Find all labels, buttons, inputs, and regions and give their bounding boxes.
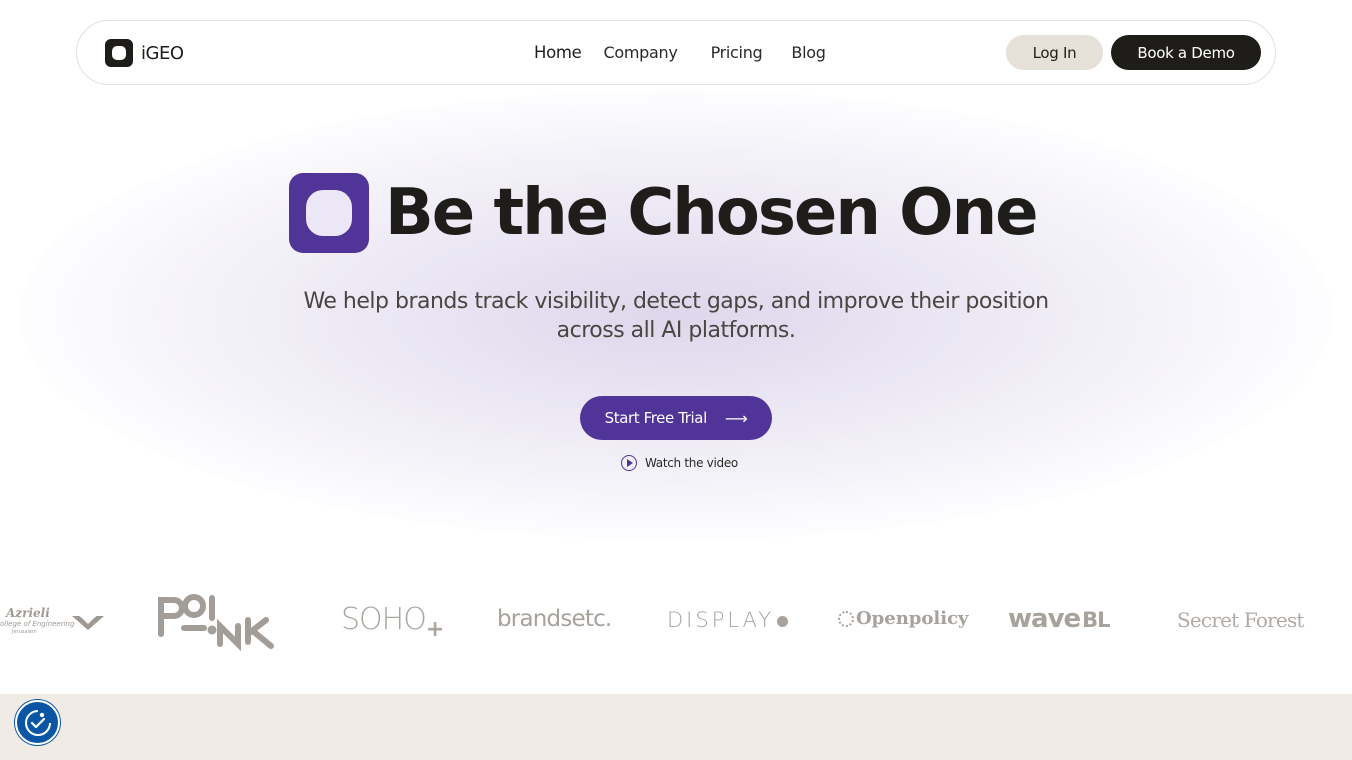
logo-openpolicy: Openpolicy (838, 608, 969, 629)
logo-display: DISPLAY (667, 608, 789, 632)
start-free-trial-label: Start Free Trial (604, 409, 708, 427)
logo-brandsetc: brandsetc. (497, 606, 612, 632)
wave-wordmark: wave (1008, 604, 1081, 634)
azrieli-location: Jerusalem (12, 629, 37, 635)
arrow-right-icon: ⟶ (724, 408, 748, 428)
nav-link-blog[interactable]: Blog (791, 43, 825, 63)
openpolicy-ring-icon (838, 610, 854, 627)
hero-heading: Be the Chosen One (289, 168, 1039, 258)
azrieli-mark-icon (72, 613, 104, 630)
top-navbar: iGEO Home Company Pricing Blog Log In Bo… (76, 20, 1276, 85)
logo-soho: SOHO+ (341, 602, 444, 642)
display-wordmark: DISPLAY (667, 608, 775, 632)
azrieli-name: Azrieli (6, 606, 50, 620)
start-free-trial-button[interactable]: Start Free Trial ⟶ (580, 396, 772, 440)
logo-wavebl: waveBL (1008, 604, 1111, 634)
poink-wordmark (158, 594, 274, 652)
soho-wordmark: SOHO (341, 602, 427, 637)
brand-name: iGEO (141, 42, 184, 64)
accessibility-button[interactable] (15, 700, 60, 745)
logo-secret-forest: Secret Forest (1177, 608, 1304, 632)
hero-title: Be the Chosen One (385, 176, 1039, 250)
nav-link-company[interactable]: Company (604, 43, 678, 63)
nav-links: Home Company Pricing Blog (534, 43, 826, 63)
watch-video-label: Watch the video (645, 456, 738, 470)
nav-link-home[interactable]: Home (534, 43, 582, 63)
soho-plus: + (425, 617, 444, 642)
accessibility-icon (24, 709, 51, 736)
logo-azrieli: Azrieli ollege of Engineering Jerusalem (0, 606, 108, 638)
display-dot-icon (777, 615, 789, 627)
hero-logo-mark-icon (289, 173, 369, 253)
brand-mark-icon (105, 39, 133, 67)
openpolicy-wordmark: Openpolicy (856, 608, 969, 629)
book-demo-button[interactable]: Book a Demo (1111, 35, 1261, 70)
login-button[interactable]: Log In (1006, 35, 1103, 70)
hero-subtitle: We help brands track visibility, detect … (303, 289, 1049, 343)
brand-logo[interactable]: iGEO (105, 39, 184, 67)
watch-video-link[interactable]: Watch the video (621, 455, 738, 471)
wave-bl: BL (1082, 608, 1110, 632)
next-section-band (0, 694, 1352, 760)
play-circle-icon (621, 455, 637, 471)
nav-link-pricing[interactable]: Pricing (711, 43, 763, 63)
azrieli-subtitle: ollege of Engineering (0, 620, 75, 628)
logo-poink (156, 592, 280, 656)
